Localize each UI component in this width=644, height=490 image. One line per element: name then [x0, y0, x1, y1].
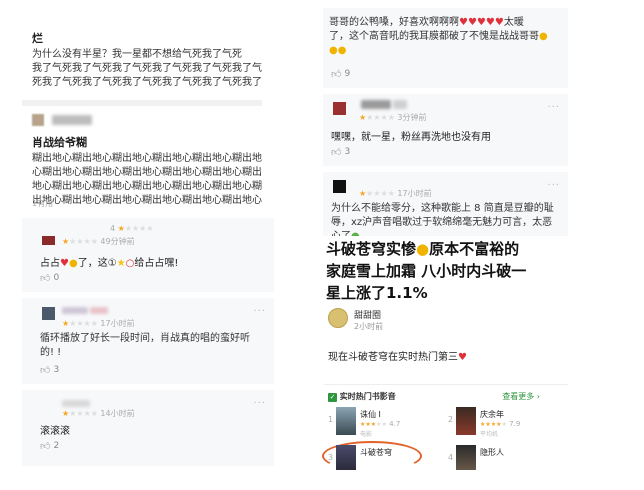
post-panel-right-bottom: 斗破苍穹实惨●原本不富裕的 家庭雪上加霜 八小时内斗破一 星上涨了1.1% 甜甜…	[320, 236, 568, 470]
divider	[323, 88, 568, 94]
comment3-meta: ★★★★★ 14小时前	[62, 409, 135, 418]
rank-number: 2	[448, 415, 454, 424]
poster-image	[336, 407, 356, 435]
item-sub: 平均机	[480, 431, 499, 438]
item-rating: ★★★★★ 4.7	[360, 420, 401, 428]
laugh-cry-emoji: ●	[68, 258, 78, 269]
thumb-up-icon: 👍︎	[40, 365, 51, 376]
header-title: 烂	[32, 32, 43, 45]
more-dots-icon[interactable]: ···	[253, 398, 266, 409]
poster-image	[336, 445, 356, 470]
thumb-up-icon: 👍︎	[40, 441, 51, 452]
more-dots-icon[interactable]: ···	[253, 306, 266, 317]
item-title: 斗破苍穹	[360, 448, 392, 457]
thumb-up-icon: 👍︎	[40, 273, 51, 284]
rank-number: 3	[328, 453, 334, 462]
author-name[interactable]: 甜甜圈	[354, 308, 381, 321]
ranking-item-3[interactable]: 3 斗破苍穹	[322, 441, 438, 470]
post-headline: 斗破苍穹实惨●原本不富裕的 家庭雪上加霜 八小时内斗破一 星上涨了1.1%	[326, 240, 527, 302]
divider	[323, 166, 568, 172]
avatar	[32, 114, 44, 126]
laugh-cry-emoji: ●	[416, 240, 430, 258]
like-button[interactable]: 👍︎ 2	[40, 440, 59, 452]
comment2-text: 为什么不能给零分，这种歌能上 8 简直是豆瓣的耻 辱，xz沪声音唱歌过于软绵绵毫…	[331, 202, 554, 238]
rank-number: 4	[448, 453, 454, 462]
rank-number: 1	[328, 415, 334, 424]
divider	[22, 292, 274, 298]
avatar	[42, 236, 55, 245]
comment-author: 肖战给爷糊	[32, 136, 87, 149]
like-button[interactable]: 👍︎ 3	[40, 364, 59, 376]
blurred-username	[393, 100, 407, 109]
like-button[interactable]: 👍︎ 0	[40, 272, 59, 284]
divider	[22, 384, 274, 390]
item-sub: 电影	[360, 431, 373, 438]
more-dots-icon[interactable]: ···	[547, 102, 560, 113]
ranking-item-2[interactable]: 2 庆余年 ★★★★★ 7.9 平均机	[448, 407, 558, 439]
top-comment-text: 哥哥的公鸭嗓，好喜欢啊啊啊♥♥♥♥♥太暖 了，这个高音吼的我耳膜都破了不愧是战战…	[329, 17, 548, 56]
review-panel-left-top: 烂 为什么没有半星？我一星都不想给气死我了气死 我了气死我了气死我了气死我了气死…	[22, 8, 262, 208]
header-text: 为什么没有半星？我一星都不想给气死我了气死 我了气死我了气死我了气死我了气死我了…	[32, 49, 262, 88]
meta-row-top: 4 ★★★★★	[110, 224, 154, 233]
comment2-meta: ★★★★★ 17小时前	[62, 319, 135, 328]
item-title: 庆余年	[480, 410, 504, 419]
heart-emoji: ♥	[458, 352, 467, 363]
comment3-text: 滚滚滚	[40, 426, 70, 437]
ranking-more-link[interactable]: 查看更多 ›	[502, 391, 540, 402]
comment2-text: 循环播放了好长一段时间，肖战真的唱的蛮好听 的! !	[40, 333, 250, 358]
comment1-text: 嘿嘿，就一星，粉丝再洗地也没有用	[331, 132, 491, 143]
review-panel-left-bottom: 4 ★★★★★ ★★★★★ 49分钟前 占占♥●了，这①★○给占占嘿! 👍︎ 0 …	[22, 218, 274, 466]
laugh-cry-emoji: ●●	[329, 45, 347, 56]
avatar	[42, 307, 55, 320]
comment1-meta: ★★★★★ 49分钟前	[62, 237, 135, 246]
ranking-header: ✓ 实时热门书影音	[328, 392, 396, 402]
star-emoji: ★	[116, 258, 126, 269]
blurred-username	[62, 400, 90, 407]
item-rating: ★★★★★ 7.9	[480, 420, 521, 428]
review-panel-right-top: 哥哥的公鸭嗓，好喜欢啊啊啊♥♥♥♥♥太暖 了，这个高音吼的我耳膜都破了不愧是战战…	[323, 8, 568, 238]
blurred-username	[62, 307, 88, 314]
heart-emoji: ♥	[60, 258, 69, 269]
blurred-username	[90, 307, 108, 314]
like-button[interactable]: 👍︎ 9	[331, 68, 350, 80]
post-body: 现在斗破苍穹在实时热门第三♥	[328, 352, 467, 363]
avatar	[333, 102, 346, 115]
more-dots-icon[interactable]: ···	[547, 180, 560, 191]
blurred-username	[361, 100, 391, 109]
item-title: 诛仙 I	[360, 410, 381, 419]
like-button[interactable]: 👍︎ 3	[331, 146, 350, 158]
item-title: 隐形人	[480, 448, 504, 457]
thumb-up-icon: 👍︎	[331, 69, 342, 80]
author-avatar[interactable]	[328, 308, 348, 328]
useful-count[interactable]: 1有用	[32, 198, 53, 208]
heart-emoji: ♥♥♥♥♥	[459, 17, 504, 28]
avatar	[333, 180, 346, 193]
poster-image	[456, 445, 476, 470]
comment-text: 糊出地心糊出地心糊出地心糊出地心糊出地心糊出地 心糊出地心糊出地心糊出地心糊出地…	[32, 153, 262, 206]
post-time: 2小时前	[354, 322, 384, 331]
blurred-username	[52, 115, 92, 125]
thumb-up-icon: 👍︎	[331, 147, 342, 158]
comment2-meta: ★★★★★ 17小时前	[359, 189, 432, 198]
ranking-item-4[interactable]: 4 隐形人	[448, 445, 558, 470]
comment1-text: 占占♥●了，这①★○给占占嘿!	[40, 258, 179, 269]
rating-stars: ★★★★★	[117, 224, 154, 233]
ranking-item-1[interactable]: 1 诛仙 I ★★★★★ 4.7 电影	[328, 407, 438, 439]
laugh-cry-emoji: ●	[539, 31, 548, 42]
ranking-card: ✓ 实时热门书影音 查看更多 › 1 诛仙 I ★★★★★ 4.7 电影 2 庆…	[322, 384, 568, 470]
comment1-meta: ★★★★★ 3分钟前	[359, 113, 427, 122]
poster-image	[456, 407, 476, 435]
divider	[22, 100, 262, 106]
check-icon: ✓	[328, 393, 337, 402]
